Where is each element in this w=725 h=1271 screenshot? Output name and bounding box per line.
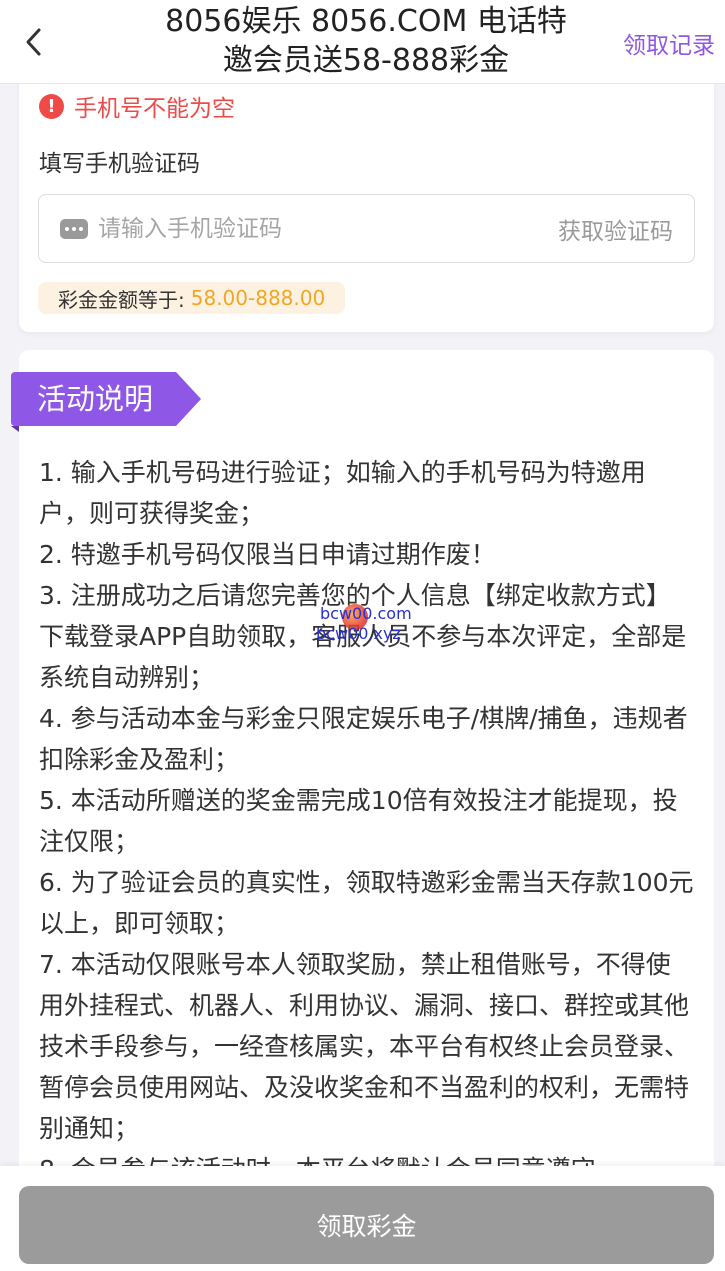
page-title: 8056娱乐 8056.COM 电话特 邀会员送58-888彩金 xyxy=(130,2,602,80)
rules-list: 1. 输入手机号码进行验证；如输入的手机号码为特邀用户，则可获得奖金； 2. 特… xyxy=(39,452,694,1190)
exclamation-circle-icon: ! xyxy=(39,93,64,119)
page-title-line-2: 邀会员送58-888彩金 xyxy=(222,43,510,78)
sms-code-input[interactable] xyxy=(98,215,558,242)
claim-bonus-button[interactable]: 领取彩金 xyxy=(19,1186,714,1264)
verification-card: ! 手机号不能为空 填写手机验证码 获取验证码 彩金金额等于: 58.00-88… xyxy=(19,60,714,332)
bottom-action-bar: 领取彩金 xyxy=(0,1166,725,1271)
message-dots-icon xyxy=(60,218,88,239)
rules-title-badge: 活动说明 xyxy=(11,372,201,426)
back-button[interactable] xyxy=(14,22,54,62)
rules-badge-fold xyxy=(11,426,19,432)
watermark-line-2: bcw00.xyz xyxy=(316,624,401,643)
activity-rules-card: 活动说明 1. 输入手机号码进行验证；如输入的手机号码为特邀用户，则可获得奖金；… xyxy=(11,350,714,1250)
get-code-button[interactable]: 获取验证码 xyxy=(558,212,673,246)
error-message: ! 手机号不能为空 xyxy=(39,90,235,122)
rule-item: 1. 输入手机号码进行验证；如输入的手机号码为特邀用户，则可获得奖金； xyxy=(39,458,646,528)
chevron-left-icon xyxy=(26,28,41,56)
sms-code-label: 填写手机验证码 xyxy=(39,151,200,177)
rule-item: 4. 参与活动本金与彩金只限定娱乐电子/棋牌/捕鱼，违规者扣除彩金及盈利； xyxy=(39,704,688,774)
rule-item: 5. 本活动所赠送的奖金需完成10倍有效投注才能提现，投注仅限； xyxy=(39,786,678,856)
rule-item: 7. 本活动仅限账号本人领取奖励，禁止租借账号，不得使用外挂程式、机器人、利用协… xyxy=(39,950,690,1143)
bonus-amount-badge: 彩金金额等于: 58.00-888.00 xyxy=(38,282,346,314)
error-text: 手机号不能为空 xyxy=(74,96,235,122)
watermark: bcw00.com bcw00.xyz xyxy=(316,604,426,646)
watermark-line-1: bcw00.com xyxy=(320,604,412,623)
top-bar: 8056娱乐 8056.COM 电话特 邀会员送58-888彩金 领取记录 xyxy=(0,0,725,84)
bonus-amount-label: 彩金金额等于: xyxy=(58,287,185,312)
bonus-amount-value: 58.00-888.00 xyxy=(190,286,326,310)
sms-code-field: 获取验证码 xyxy=(38,194,695,263)
page-title-line-1: 8056娱乐 8056.COM 电话特 xyxy=(165,4,567,39)
claim-records-link[interactable]: 领取记录 xyxy=(623,26,715,60)
rule-item: 2. 特邀手机号码仅限当日申请过期作废！ xyxy=(39,540,496,569)
rule-item: 6. 为了验证会员的真实性，领取特邀彩金需当天存款100元以上，即可领取； xyxy=(39,868,694,938)
